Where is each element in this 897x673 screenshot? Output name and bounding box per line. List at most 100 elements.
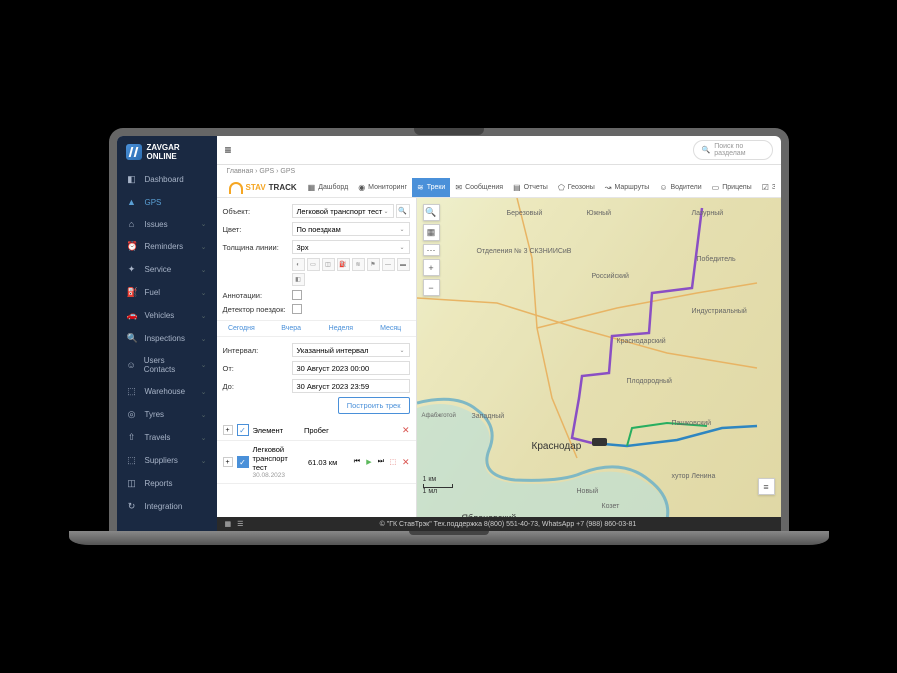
map-search-button[interactable]: 🔍 — [423, 204, 440, 221]
tab-label: Прицепы — [722, 184, 751, 191]
object-select[interactable]: Легковой транспорт тест⌄ — [292, 204, 394, 218]
laptop-frame: ZAVGAR ONLINE ◧ Dashboard ▲GPS⌂Issues⌄⏰Rem… — [109, 128, 789, 545]
tab-icon: ⬠ — [558, 183, 565, 192]
color-select[interactable]: По поездкам⌄ — [292, 222, 410, 236]
sidebar-item-fuel[interactable]: ⛽Fuel⌄ — [117, 281, 217, 304]
ann-btn-3[interactable]: ◫ — [322, 258, 335, 271]
sidebar-item-issues[interactable]: ⌂Issues⌄ — [117, 213, 217, 235]
thickness-label: Толщина линии: — [223, 243, 288, 252]
map-calendar-button[interactable]: ▦ — [423, 224, 440, 241]
sidebar-item-warehouse[interactable]: ⬚Warehouse⌄ — [117, 380, 217, 403]
map-scale: 1 км 1 мл — [423, 476, 453, 495]
sidebar-item-gps[interactable]: ▲GPS — [117, 191, 217, 213]
sidebar-item-vehicles[interactable]: 🚗Vehicles⌄ — [117, 304, 217, 327]
tab-icon: ▤ — [513, 183, 521, 192]
ann-btn-8[interactable]: ▬ — [397, 258, 410, 271]
from-input[interactable]: 30 Август 2023 00:00 — [292, 361, 410, 375]
tab-задания[interactable]: ☑Задания — [757, 178, 775, 197]
ann-btn-7[interactable]: — — [382, 258, 395, 271]
sidebar-icon: ⬚ — [127, 455, 137, 466]
ann-btn-5[interactable]: ≋ — [352, 258, 365, 271]
period-yesterday[interactable]: Вчера — [266, 321, 316, 336]
sidebar-item-reports[interactable]: ◫Reports — [117, 472, 217, 495]
tab-label: Дашборд — [318, 184, 348, 191]
expand-all-button[interactable]: + — [223, 425, 233, 435]
check-row-button[interactable]: ✓ — [237, 456, 249, 468]
tab-icon: ◉ — [358, 183, 365, 192]
sidebar-item-integration[interactable]: ↻Integration — [117, 495, 217, 518]
app-logo[interactable]: ZAVGAR ONLINE — [117, 136, 217, 168]
sidebar-item-dashboard[interactable]: ◧ Dashboard — [117, 168, 217, 191]
track-play-icon[interactable]: ▶ — [364, 457, 374, 467]
interval-label: Интервал: — [223, 346, 288, 355]
expand-row-button[interactable]: + — [223, 457, 233, 467]
footer-grid-icon[interactable]: ▦ — [225, 520, 232, 528]
check-all-button[interactable]: ✓ — [237, 424, 249, 436]
sidebar-item-tyres[interactable]: ◎ Tyres ⌄ — [117, 403, 217, 426]
tab-отчеты[interactable]: ▤Отчеты — [508, 178, 553, 197]
period-month[interactable]: Месяц — [366, 321, 416, 336]
sidebar-item-inspections[interactable]: 🔍Inspections⌄ — [117, 327, 217, 350]
map-layers-button[interactable]: ≡ — [758, 478, 775, 495]
map-vectors — [417, 198, 781, 517]
ann-btn-1[interactable]: ◐ — [292, 258, 305, 271]
interval-select[interactable]: Указанный интервал⌄ — [292, 343, 410, 357]
ann-btn-6[interactable]: ⚑ — [367, 258, 380, 271]
period-tabs: Сегодня Вчера Неделя Месяц — [217, 320, 416, 337]
sidebar-icon: ✦ — [127, 264, 137, 275]
ann-btn-4[interactable]: ⛽ — [337, 258, 350, 271]
logo-line1: ZAVGAR — [147, 143, 180, 152]
crumb-home[interactable]: Главная — [227, 168, 254, 175]
footer: ▦ ☰ © "ГК СтавТрэк" Тех.поддержка 8(800)… — [217, 517, 781, 531]
close-all-button[interactable]: ✕ — [402, 425, 410, 436]
sidebar-item-users-contacts[interactable]: ☺Users Contacts⌄ — [117, 350, 217, 380]
ann-btn-9[interactable]: ◧ — [292, 273, 305, 286]
sidebar-icon: ◧ — [127, 174, 137, 185]
tab-треки[interactable]: ≋Треки — [412, 178, 450, 197]
tab-прицепы[interactable]: ▭Прицепы — [707, 178, 757, 197]
sidebar-item-reminders[interactable]: ⏰Reminders⌄ — [117, 235, 217, 258]
chevron-down-icon: ⌄ — [201, 411, 207, 419]
tab-водители[interactable]: ☺Водители — [654, 178, 706, 197]
hamburger-icon[interactable]: ≡ — [225, 143, 232, 157]
map-zoom-in-button[interactable]: + — [423, 259, 440, 276]
chevron-down-icon: ⌄ — [201, 266, 207, 274]
track-next-icon[interactable]: ⏭ — [376, 457, 386, 467]
tab-label: Водители — [670, 184, 701, 191]
remove-row-button[interactable]: ✕ — [402, 457, 410, 468]
tab-маршруты[interactable]: ↝Маршруты — [600, 178, 655, 197]
sidebar-item-label: Tyres — [145, 410, 165, 419]
sidebar-item-suppliers[interactable]: ⬚Suppliers⌄ — [117, 449, 217, 472]
build-track-button[interactable]: Построить трек — [338, 397, 410, 414]
brand-text2: TRACK — [269, 183, 297, 192]
brand-logo: STAVTRACK — [223, 182, 303, 194]
thickness-select[interactable]: 3px⌄ — [292, 240, 410, 254]
sidebar-icon: ◎ — [127, 409, 137, 420]
tab-геозоны[interactable]: ⬠Геозоны — [553, 178, 600, 197]
tab-сообщения[interactable]: ✉Сообщения — [450, 178, 508, 197]
track-row[interactable]: + ✓ Легковой транспорт тест 30.08.2023 6… — [217, 441, 416, 484]
chevron-down-icon: ⌄ — [201, 457, 207, 465]
crumb-gps[interactable]: GPS — [259, 168, 274, 175]
ann-btn-2[interactable]: ▭ — [307, 258, 320, 271]
sidebar-item-travels[interactable]: ⇧Travels⌄ — [117, 426, 217, 449]
annotations-checkbox[interactable] — [292, 290, 302, 300]
sidebar-item-service[interactable]: ✦Service⌄ — [117, 258, 217, 281]
tab-дашборд[interactable]: ▦Дашборд — [303, 178, 354, 197]
chevron-down-icon: ⌄ — [201, 434, 207, 442]
to-input[interactable]: 30 Август 2023 23:59 — [292, 379, 410, 393]
sidebar-icon: ⛽ — [127, 287, 137, 298]
period-today[interactable]: Сегодня — [217, 321, 267, 336]
tab-мониторинг[interactable]: ◉Мониторинг — [353, 178, 412, 197]
period-week[interactable]: Неделя — [316, 321, 366, 336]
track-prev-icon[interactable]: ⏮ — [352, 457, 362, 467]
sidebar-item-label: Dashboard — [145, 175, 184, 184]
sidebar-item-label: Inspections — [145, 334, 185, 343]
track-stop-icon[interactable]: ⬚ — [388, 457, 398, 467]
map[interactable]: Краснодар Березовый Южный Лазурный Отдел… — [417, 198, 781, 517]
detector-checkbox[interactable] — [292, 304, 302, 314]
object-search-button[interactable]: 🔍 — [396, 204, 410, 218]
map-zoom-out-button[interactable]: − — [423, 279, 440, 296]
crumb-current: GPS — [280, 168, 295, 175]
search-input[interactable]: 🔍 Поиск по разделам — [693, 140, 773, 160]
